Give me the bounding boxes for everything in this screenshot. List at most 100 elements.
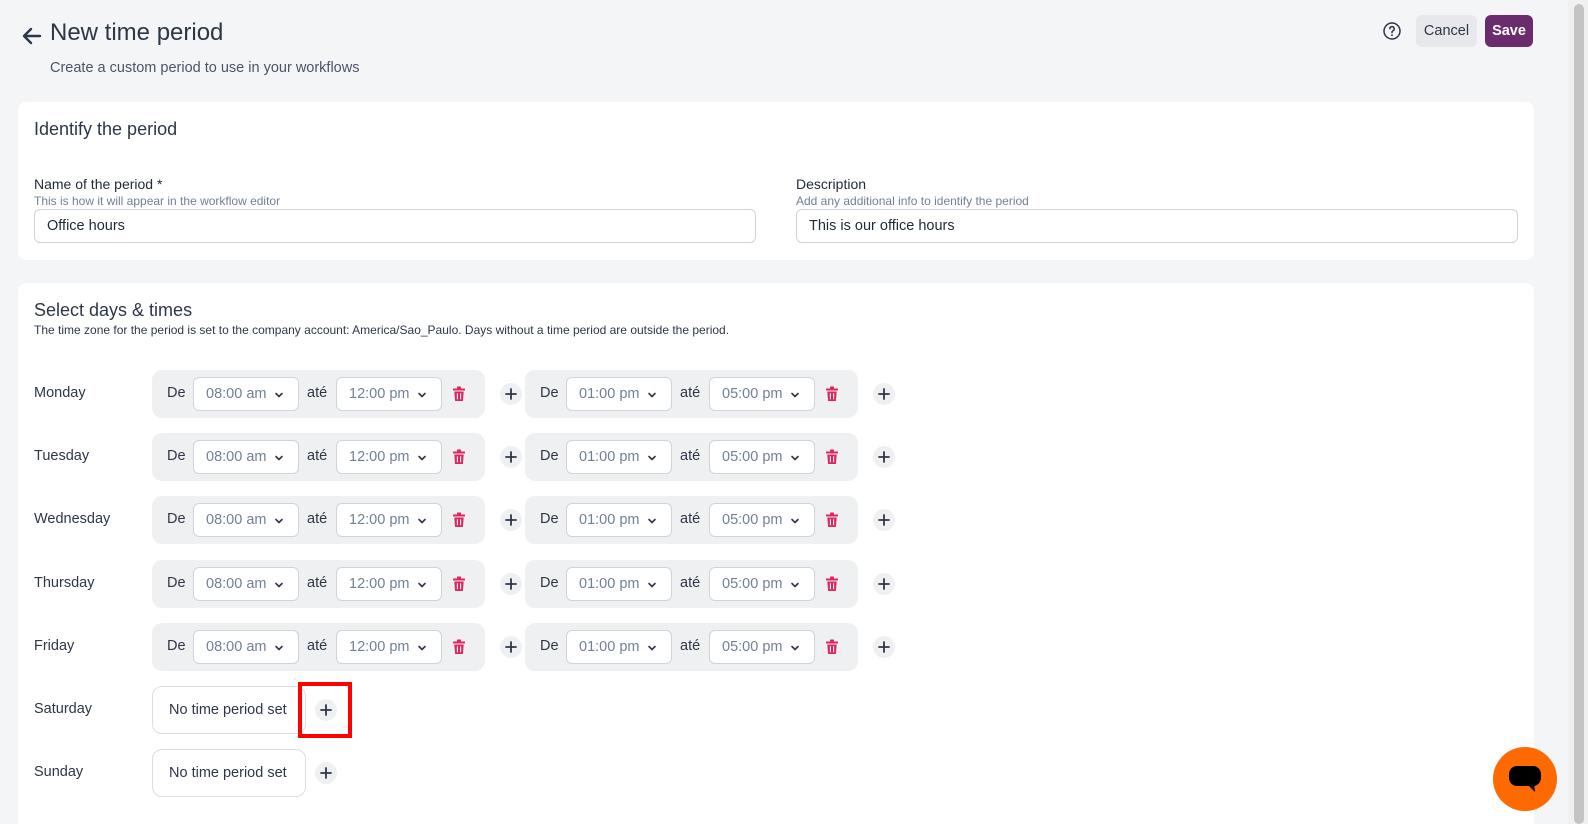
trash-icon[interactable]	[823, 511, 841, 529]
start-time-select[interactable]: 01:00 pm	[566, 629, 672, 664]
start-time-select[interactable]: 08:00 am	[193, 629, 299, 664]
day-row-monday: Monday De 08:00 am até 12:00 pm De 01:00 pm até…	[18, 370, 1534, 418]
trash-icon[interactable]	[450, 385, 468, 403]
day-row-sunday: Sunday No time period set	[18, 749, 1534, 798]
add-time-period-button[interactable]	[873, 572, 895, 595]
start-time-select[interactable]: 08:00 am	[193, 566, 299, 601]
trash-icon[interactable]	[450, 511, 468, 529]
chat-launcher-button[interactable]	[1493, 747, 1557, 811]
start-time-select[interactable]: 08:00 am	[193, 503, 299, 538]
start-time-select[interactable]: 01:00 pm	[566, 503, 672, 538]
add-time-period-button[interactable]	[500, 383, 522, 405]
chevron-down-icon	[791, 455, 799, 461]
add-time-period-button[interactable]	[873, 635, 895, 658]
plus-icon	[320, 767, 332, 780]
add-time-period-button[interactable]	[500, 572, 522, 595]
end-time-select[interactable]: 12:00 pm	[336, 440, 442, 475]
time-slot: De 08:00 am até 12:00 pm	[152, 496, 485, 545]
day-row-wednesday: Wednesday De 08:00 am até 12:00 pm De 01:00 pm…	[18, 496, 1534, 545]
cancel-button[interactable]: Cancel	[1416, 15, 1477, 47]
empty-slot-label: No time period set	[169, 765, 287, 782]
to-label: até	[680, 385, 701, 401]
add-time-period-button[interactable]	[873, 509, 895, 532]
end-time-select[interactable]: 12:00 pm	[336, 377, 442, 411]
time-slot: De 08:00 am até 12:00 pm	[152, 622, 485, 671]
start-time-select[interactable]: 01:00 pm	[566, 566, 672, 601]
chevron-down-icon	[418, 455, 426, 461]
save-button[interactable]: Save	[1485, 15, 1533, 47]
plus-icon	[878, 640, 890, 653]
identify-card: Identify the period Name of the period *…	[18, 102, 1534, 260]
end-time-select[interactable]: 12:00 pm	[336, 629, 442, 664]
time-value: 12:00 pm	[349, 575, 410, 592]
end-time-select[interactable]: 05:00 pm	[709, 440, 815, 475]
chevron-down-icon	[418, 392, 426, 398]
add-time-period-button[interactable]	[500, 509, 522, 532]
name-input[interactable]	[34, 209, 756, 243]
time-value: 01:00 pm	[579, 512, 640, 529]
time-value: 05:00 pm	[722, 575, 783, 592]
day-label: Saturday	[34, 701, 93, 717]
to-label: até	[680, 511, 701, 528]
plus-icon	[505, 514, 517, 527]
day-row-thursday: Thursday De 08:00 am até 12:00 pm De 01:00 pm a…	[18, 559, 1534, 608]
page: New time period Create a custom period t…	[0, 0, 1568, 824]
start-time-select[interactable]: 08:00 am	[193, 377, 299, 411]
scrollbar[interactable]	[1568, 0, 1588, 824]
time-value: 05:00 pm	[722, 512, 783, 529]
start-time-select[interactable]: 01:00 pm	[566, 440, 672, 475]
chevron-down-icon	[648, 392, 656, 398]
time-value: 01:00 pm	[579, 575, 640, 592]
from-label: De	[540, 448, 559, 465]
timezone-note: The time zone for the period is set to t…	[34, 323, 730, 337]
identify-title: Identify the period	[34, 119, 178, 139]
trash-icon[interactable]	[450, 448, 468, 466]
chevron-down-icon	[275, 519, 283, 524]
from-label: De	[540, 511, 559, 528]
add-time-period-button[interactable]	[873, 383, 895, 405]
trash-icon[interactable]	[823, 575, 841, 593]
highlight-box	[298, 682, 352, 738]
from-label: De	[540, 574, 559, 591]
time-value: 12:00 pm	[349, 449, 410, 466]
start-time-select[interactable]: 01:00 pm	[566, 377, 672, 411]
time-value: 08:00 am	[206, 638, 267, 655]
name-help: This is how it will appear in the workfl…	[34, 194, 281, 208]
chevron-down-icon	[275, 582, 283, 587]
name-label: Name of the period *	[34, 176, 163, 192]
time-slot: De 01:00 pm até 05:00 pm	[525, 496, 858, 545]
day-row-saturday: Saturday No time period set	[18, 686, 1534, 734]
plus-icon	[505, 640, 517, 653]
to-label: até	[680, 448, 701, 465]
trash-icon[interactable]	[450, 575, 468, 593]
trash-icon[interactable]	[450, 638, 468, 656]
time-value: 05:00 pm	[722, 638, 783, 655]
trash-icon[interactable]	[823, 385, 841, 403]
end-time-select[interactable]: 05:00 pm	[709, 377, 815, 411]
from-label: De	[167, 385, 186, 401]
scrollbar-thumb[interactable]	[1574, 4, 1584, 824]
question-circle-icon[interactable]	[1382, 21, 1402, 41]
days-card: Select days & times The time zone for th…	[18, 283, 1534, 824]
end-time-select[interactable]: 05:00 pm	[709, 566, 815, 601]
from-label: De	[167, 637, 186, 654]
add-time-period-button[interactable]	[315, 762, 337, 785]
add-time-period-button[interactable]	[500, 635, 522, 658]
trash-icon[interactable]	[823, 448, 841, 466]
from-label: De	[167, 448, 186, 465]
end-time-select[interactable]: 05:00 pm	[709, 503, 815, 538]
trash-icon[interactable]	[823, 638, 841, 656]
start-time-select[interactable]: 08:00 am	[193, 440, 299, 475]
to-label: até	[307, 511, 328, 528]
end-time-select[interactable]: 05:00 pm	[709, 629, 815, 664]
add-time-period-button[interactable]	[873, 446, 895, 469]
end-time-select[interactable]: 12:00 pm	[336, 566, 442, 601]
to-label: até	[680, 574, 701, 591]
description-input[interactable]	[796, 209, 1518, 243]
chevron-down-icon	[791, 392, 799, 398]
arrow-left-icon[interactable]	[20, 24, 44, 48]
end-time-select[interactable]: 12:00 pm	[336, 503, 442, 538]
add-time-period-button[interactable]	[500, 446, 522, 469]
chevron-down-icon	[275, 392, 283, 398]
to-label: até	[307, 637, 328, 654]
